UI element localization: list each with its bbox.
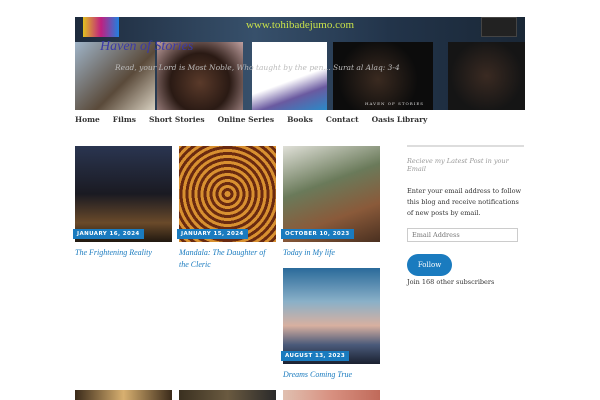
header-photo [448, 42, 525, 110]
widget-description: Enter your email address to follow this … [407, 187, 522, 217]
post-title[interactable]: Mandala: The Daughter of the Cleric [179, 247, 276, 271]
email-subscribe-widget: Recieve my Latest Post in your Email Ent… [407, 145, 524, 286]
header-url: www.tohibadejumo.com [245, 19, 355, 31]
post-card: OCTOBER 10, 2023 Today in My life [281, 146, 380, 259]
post-thumbnail[interactable]: JANUARY 15, 2024 [177, 146, 276, 242]
header-photo [252, 42, 327, 110]
post-date[interactable]: OCTOBER 10, 2023 [281, 229, 354, 239]
nav-oasis-library[interactable]: Oasis Library [372, 115, 428, 124]
follow-button[interactable]: Follow [407, 254, 452, 276]
header-caption: HAVEN OF STORIES [365, 101, 425, 106]
post-thumbnail[interactable]: OCTOBER 10, 2023 [281, 146, 380, 242]
post-title[interactable]: The Frightening Reality [75, 247, 172, 259]
post-card: JANUARY 16, 2024 The Frightening Reality [73, 146, 172, 259]
post-thumbnail[interactable]: JANUARY 16, 2024 [73, 146, 172, 242]
site-tagline: Read, your Lord is Most Noble, Who taugh… [115, 63, 400, 72]
nav-online-series[interactable]: Online Series [218, 115, 275, 124]
site-title[interactable]: Haven of Stories [100, 39, 193, 55]
post-thumbnail[interactable] [179, 390, 276, 400]
nav-home[interactable]: Home [75, 115, 100, 124]
nav-books[interactable]: Books [287, 115, 313, 124]
subscriber-count: Join 168 other subscribers [407, 278, 495, 286]
post-date[interactable]: AUGUST 13, 2023 [281, 351, 350, 361]
post-thumbnail[interactable] [75, 390, 172, 400]
post-date[interactable]: JANUARY 15, 2024 [177, 229, 248, 239]
post-thumbnail[interactable]: AUGUST 13, 2023 [281, 268, 380, 364]
main-nav: Home Films Short Stories Online Series B… [75, 115, 427, 124]
post-title[interactable]: Dreams Coming True [283, 369, 380, 381]
nav-films[interactable]: Films [113, 115, 136, 124]
header-photo [333, 42, 433, 110]
post-card: JANUARY 15, 2024 Mandala: The Daughter o… [177, 146, 276, 271]
post-thumbnail[interactable] [283, 390, 380, 400]
widget-title: Recieve my Latest Post in your Email [407, 157, 509, 173]
post-date[interactable]: JANUARY 16, 2024 [73, 229, 144, 239]
nav-contact[interactable]: Contact [326, 115, 359, 124]
nav-short-stories[interactable]: Short Stories [149, 115, 205, 124]
post-card: AUGUST 13, 2023 Dreams Coming True [281, 268, 380, 381]
header-banner[interactable]: www.tohibadejumo.com Haven of Stories Re… [75, 17, 525, 110]
post-title[interactable]: Today in My life [283, 247, 380, 259]
email-input[interactable] [407, 228, 518, 242]
